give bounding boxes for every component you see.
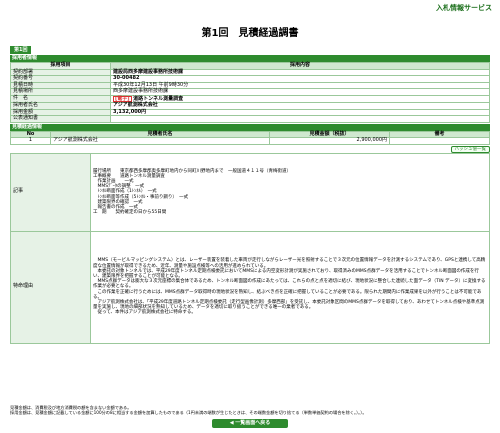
estimate-no: 1 bbox=[10, 137, 51, 145]
award-row-value: 平成30年12月13日 午前9時30分 bbox=[113, 81, 189, 88]
estimate-section-heading: 見積経過情報 bbox=[10, 123, 490, 131]
award-row: 件 名 [電子] 道路トンネル測量調査 bbox=[10, 94, 490, 103]
estimate-memo bbox=[389, 137, 490, 145]
hash-list-button[interactable]: ハッシュ値一覧 bbox=[450, 145, 490, 153]
content: 第1回 採用者情報 採用項目 採用内容 契約部署 建設局西多摩建設事務所技術課 契約… bbox=[10, 46, 490, 344]
estimate-row: 1 アジア航測株式会社 2,900,000円 bbox=[10, 137, 490, 145]
reason-text: MMS（モービルマッピングシステム）とは、レーザー装置を装着した車両が走行しなが… bbox=[93, 258, 486, 316]
back-to-list-button[interactable]: ◀ 一覧画面へ戻る bbox=[212, 419, 288, 428]
remarks-text: 履行場所 東京都西多摩郡奥多摩町地内から同町川野地内まで 一般国道４１１号（青梅… bbox=[93, 168, 291, 216]
footer-notes: 見積金額は、消費税及び地方消費税の額を含まない金額である。 採用金額は、見積金額… bbox=[10, 405, 490, 415]
award-table: 採用項目 採用内容 契約部署 建設局西多摩建設事務所技術課 契約番号 30-00482… bbox=[10, 62, 490, 123]
hash-row: ハッシュ値一覧 bbox=[10, 145, 490, 153]
award-row-value-cell: [電子] 道路トンネル測量調査 bbox=[110, 94, 490, 103]
award-row-value: 建設局西多摩建設事務所技術課 bbox=[113, 68, 184, 75]
estimate-amount: 2,900,000円 bbox=[269, 137, 390, 145]
footer-line-2: 採用金額は、見積金額に記載している金額に100分の8に相当する金額を加算したもの… bbox=[10, 410, 367, 415]
award-row-value-cell bbox=[110, 115, 490, 123]
award-row-label: 公表通知書 bbox=[10, 115, 111, 123]
estimate-name: アジア航測株式会社 bbox=[50, 137, 270, 145]
reason-cell: MMS（モービルマッピングシステム）とは、レーザー装置を装着した車両が走行しなが… bbox=[90, 230, 490, 344]
detail-table: 記事 履行場所 東京都西多摩郡奥多摩町地内から同町川野地内まで 一般国道４１１号… bbox=[10, 152, 490, 344]
award-row-value: アジア航測株式会社 bbox=[113, 102, 158, 108]
award-row-value: 道路トンネル測量調査 bbox=[133, 95, 184, 102]
remarks-cell: 履行場所 東京都西多摩郡奥多摩町地内から同町川野地内まで 一般国道４１１号（青梅… bbox=[90, 152, 490, 232]
round-badge: 第1回 bbox=[10, 46, 32, 54]
page-title: 第1回 見積経過調書 bbox=[201, 28, 299, 39]
estimate-table: No 見積者氏名 見積金額（税抜） 備考 1 アジア航測株式会社 2,900,000… bbox=[10, 130, 490, 145]
award-row-value: 3,132,000円 bbox=[113, 108, 147, 115]
award-row: 公表通知書 bbox=[10, 115, 490, 123]
award-rows: 契約部署 建設局西多摩建設事務所技術課 契約番号 30-00482 見積日時 平成30年1… bbox=[10, 68, 490, 123]
remarks-label: 記事 bbox=[10, 152, 91, 232]
award-section-heading: 採用者情報 bbox=[10, 55, 490, 62]
award-row-value: 西多摩建設事務所技術課 bbox=[113, 88, 169, 94]
service-title: 入札情報サービス bbox=[436, 4, 492, 12]
award-row-value: 30-00482 bbox=[113, 75, 140, 81]
reason-label: 特命理由 bbox=[10, 230, 91, 344]
estimate-rows: 1 アジア航測株式会社 2,900,000円 bbox=[10, 137, 490, 145]
